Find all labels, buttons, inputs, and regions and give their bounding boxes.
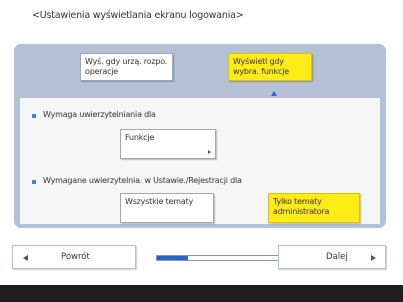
progress-bar	[156, 255, 280, 261]
page-title: <Ustawienia wyświetlania ekranu logowani…	[32, 10, 244, 21]
option-function-select-label: Wyświetl gdy wybra. funkcje	[233, 57, 289, 76]
bullet-icon	[32, 114, 36, 118]
option-function-select-button[interactable]: Wyświetl gdy wybra. funkcje	[228, 53, 312, 81]
arrow-right-icon	[371, 255, 376, 261]
admin-topics-label: Tylko tematy administratora	[273, 197, 330, 216]
back-button-label: Powrót	[61, 252, 90, 262]
all-topics-button[interactable]: Wszystkie tematy	[120, 193, 214, 223]
functions-button[interactable]: Funkcje	[120, 129, 216, 159]
section2-label: Wymagane uwierzytelnia. w Ustawie./Rejes…	[43, 176, 242, 185]
next-button[interactable]: Dalej	[278, 245, 386, 269]
arrow-left-icon	[23, 255, 28, 261]
section1-label: Wymaga uwierzytelniania dla	[43, 110, 156, 119]
navigation-bar: Powrót Dalej	[12, 245, 386, 271]
functions-button-label: Funkcje	[125, 133, 155, 142]
all-topics-label: Wszystkie tematy	[125, 197, 194, 206]
progress-fill	[157, 256, 188, 260]
chevron-right-icon	[208, 150, 211, 154]
back-button[interactable]: Powrót	[12, 245, 136, 269]
next-button-label: Dalej	[326, 252, 348, 262]
admin-topics-button[interactable]: Tylko tematy administratora	[268, 193, 360, 223]
option-device-operation-label: Wyś. gdy urzą. rozpo. operacje	[85, 57, 168, 76]
footer-bar	[0, 285, 403, 302]
selection-arrow-icon	[271, 91, 277, 96]
option-device-operation-button[interactable]: Wyś. gdy urzą. rozpo. operacje	[80, 53, 173, 81]
bullet-icon	[32, 180, 36, 184]
